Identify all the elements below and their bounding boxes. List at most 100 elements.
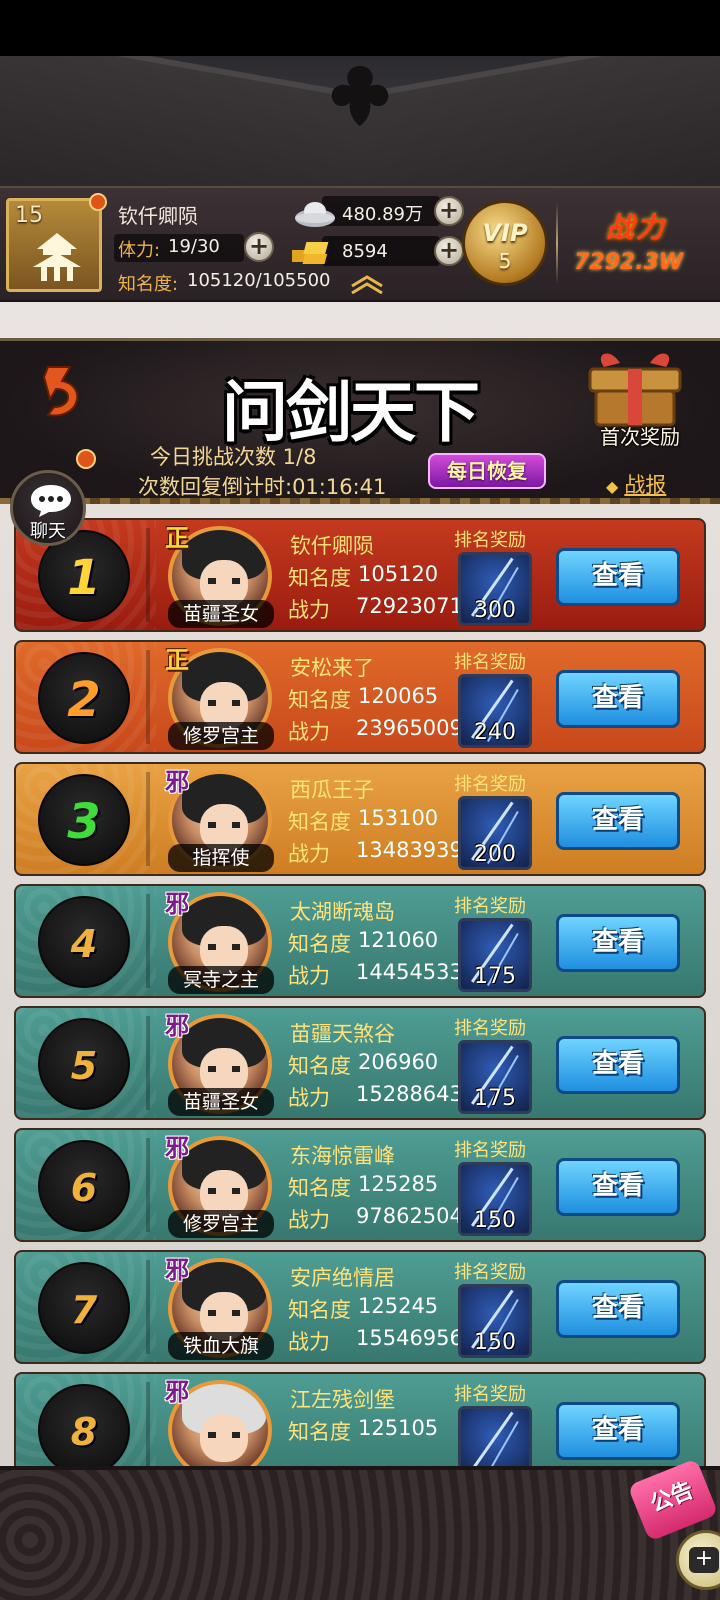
portrait-eyes [208, 1432, 240, 1438]
reward-quantity: 175 [474, 1086, 516, 1111]
fame-label: 知名度 [288, 566, 351, 590]
pagoda-icon [33, 233, 81, 281]
rank-badge: 3 [38, 774, 130, 866]
fame-value: 125285 [358, 1172, 439, 1196]
portrait-eyes [208, 1188, 240, 1194]
challenge-count: 今日挑战次数 1/8 [150, 445, 317, 469]
list-item: 4 邪 冥寺之主 太湖断魂岛 知名度 121060 战力 144545337 排… [14, 884, 706, 998]
vip-badge[interactable]: VIP 5 [462, 200, 548, 286]
view-button[interactable]: 查看 [556, 1402, 680, 1460]
chat-button[interactable]: 聊天 [10, 470, 86, 546]
back-arrow-icon[interactable] [40, 363, 84, 419]
character-name: 修罗宫主 [168, 1210, 274, 1238]
rank-number: 2 [67, 672, 101, 728]
fame-value: 125245 [358, 1294, 439, 1318]
character-name: 铁血大旗 [168, 1332, 274, 1360]
ranking-list[interactable]: 1 正 苗疆圣女 钦仟卿陨 知名度 105120 战力 72923071 排名奖… [0, 504, 720, 1466]
reward-quantity: 200 [474, 842, 516, 867]
portrait-eyes [208, 1310, 240, 1316]
notification-dot [76, 449, 96, 469]
fame-value: 153100 [358, 806, 439, 830]
rank-number: 3 [67, 794, 101, 850]
character-name: 修罗宫主 [168, 722, 274, 750]
player-level: 15 [15, 203, 43, 228]
player-name: 东海惊雷峰 [290, 1144, 395, 1168]
divider [146, 772, 150, 866]
battle-report-link[interactable]: ◆ 战报 [606, 469, 666, 499]
divider [146, 650, 150, 744]
player-avatar[interactable]: 15 [6, 193, 107, 292]
list-item: 2 正 修罗宫主 安松来了 知名度 120065 战力 239650097 排名… [14, 640, 706, 754]
fame-label: 知名度 [288, 1420, 351, 1444]
power-label: 战力 [288, 1208, 330, 1232]
view-button[interactable]: 查看 [556, 548, 680, 606]
rank-number: 5 [70, 1044, 98, 1088]
view-button[interactable]: 查看 [556, 914, 680, 972]
player-panel: 15 钦仟卿陨 体力: 19/30 + 知名度: 105120/105500 4… [0, 186, 720, 302]
fame-label: 知名度 [288, 810, 351, 834]
add-silver-button[interactable]: + [434, 196, 464, 226]
silver-ingot-icon [295, 202, 335, 227]
fame-label: 知名度 [288, 1298, 351, 1322]
fame-value: 105120 [358, 562, 439, 586]
portrait-face [200, 1414, 248, 1462]
stamina-value: 19/30 [168, 236, 220, 257]
rank-number: 1 [67, 550, 101, 606]
rank-number: 8 [70, 1410, 98, 1454]
view-button[interactable]: 查看 [556, 670, 680, 728]
roof-decoration [0, 56, 720, 186]
faction-badge: 邪 [165, 1378, 189, 1406]
view-button[interactable]: 查看 [556, 1280, 680, 1338]
daily-recover-button[interactable]: 每日恢复 [428, 453, 546, 489]
player-name: 钦仟卿陨 [118, 204, 198, 228]
divider [146, 1138, 150, 1232]
list-item: 5 邪 苗疆圣女 苗疆天煞谷 知名度 206960 战力 152886434 排… [14, 1006, 706, 1120]
power-label: 战力 [288, 964, 330, 988]
status-bar [0, 0, 720, 56]
first-reward-label[interactable]: 首次奖励 [600, 421, 680, 450]
rank-badge: 2 [38, 652, 130, 744]
divider [146, 1260, 150, 1354]
view-button[interactable]: 查看 [556, 1036, 680, 1094]
rank-reward-label: 排名奖励 [454, 1140, 526, 1161]
power-value: 97862504 [356, 1204, 463, 1228]
portrait-eyes [208, 822, 240, 828]
portrait-eyes [208, 944, 240, 950]
faction-badge: 邪 [165, 1012, 189, 1040]
fame-value: 125105 [358, 1416, 439, 1440]
power-value: 72923071 [356, 594, 463, 618]
rank-reward-label: 排名奖励 [454, 652, 526, 673]
portrait-eyes [208, 700, 240, 706]
list-item: 1 正 苗疆圣女 钦仟卿陨 知名度 105120 战力 72923071 排名奖… [14, 518, 706, 632]
fame-label: 知名度 [288, 1176, 351, 1200]
character-name: 指挥使 [168, 844, 274, 872]
add-gold-button[interactable]: + [434, 236, 464, 266]
divider [146, 528, 150, 622]
rank-reward-label: 排名奖励 [454, 530, 526, 551]
rank-reward-label: 排名奖励 [454, 774, 526, 795]
list-item: 8 邪 江左残剑堡 知名度 125105 排名奖励 查看 [14, 1372, 706, 1466]
cloud-ornament-icon [331, 66, 389, 126]
view-button[interactable]: 查看 [556, 1158, 680, 1216]
rank-badge: 8 [38, 1384, 130, 1466]
reward-quantity: 150 [474, 1208, 516, 1233]
reward-quantity: 300 [474, 598, 516, 623]
player-name: 太湖断魂岛 [290, 900, 395, 924]
fame-label: 知名度 [288, 688, 351, 712]
add-stamina-button[interactable]: + [244, 232, 274, 262]
rank-badge: 7 [38, 1262, 130, 1354]
faction-badge: 邪 [165, 890, 189, 918]
power-label: 战力 [288, 1086, 330, 1110]
bottom-bar [0, 1466, 720, 1600]
chevron-up-icon[interactable] [350, 274, 384, 294]
view-button[interactable]: 查看 [556, 792, 680, 850]
vip-level: 5 [498, 249, 512, 273]
rank-reward-label: 排名奖励 [454, 896, 526, 917]
roof-eave-left [0, 56, 360, 186]
fame-value: 120065 [358, 684, 439, 708]
character-name: 冥寺之主 [168, 966, 274, 994]
divider [556, 202, 558, 284]
fame-value: 206960 [358, 1050, 439, 1074]
notification-dot [89, 193, 107, 211]
reward-item-icon[interactable] [458, 1406, 532, 1466]
